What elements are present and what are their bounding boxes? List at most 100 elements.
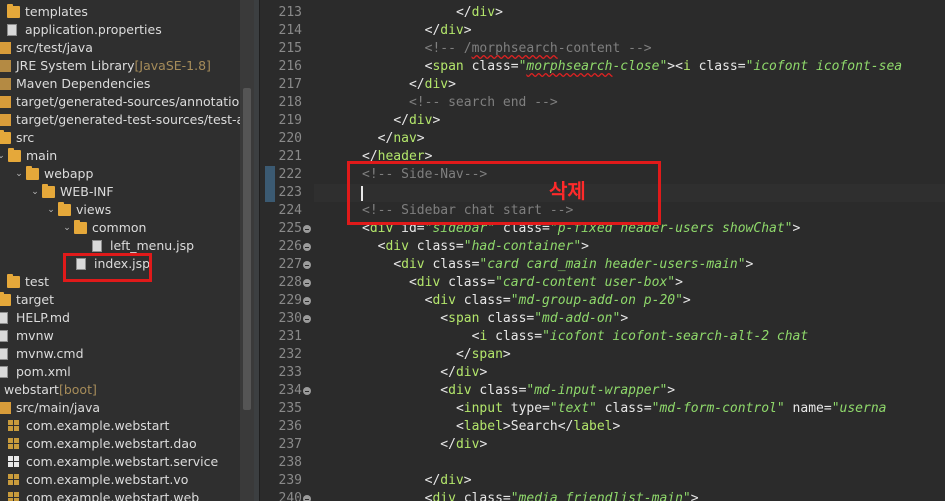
code-line[interactable]: <input type="text" class="md-form-contro… (456, 400, 887, 418)
tree-item[interactable]: mvnw.cmd (0, 345, 240, 363)
code-line[interactable]: <div class="card-content user-box"> (409, 274, 683, 292)
collapse-fold-icon[interactable] (303, 261, 311, 269)
tree-item[interactable]: ⌄ common (0, 219, 240, 237)
tree-item[interactable]: ⌄ WEB-INF (0, 183, 240, 201)
code-token: > (416, 131, 425, 146)
code-token: class= (471, 383, 527, 398)
tree-item[interactable]: target/generated-sources/annotations (0, 93, 240, 111)
tree-item[interactable]: mvnw (0, 327, 240, 345)
folder-icon (0, 292, 11, 306)
tree-item[interactable]: src/main/java (0, 399, 240, 417)
code-token: < (408, 275, 417, 290)
tree-item[interactable]: target (0, 291, 240, 309)
collapse-fold-icon[interactable] (303, 297, 311, 305)
collapse-fold-icon[interactable] (303, 315, 311, 323)
tree-item[interactable]: target/generated-test-sources/test-annot… (0, 111, 240, 129)
code-line[interactable]: <div class="media friendlist-main"> (425, 490, 699, 501)
tree-item[interactable]: application.properties (0, 21, 240, 39)
source-folder-icon (0, 114, 11, 126)
folder-icon (26, 166, 39, 180)
code-line[interactable]: </span> (456, 346, 511, 364)
code-token: morphsearch (526, 59, 613, 74)
collapse-fold-icon[interactable] (303, 387, 311, 395)
tree-item[interactable]: src/test/java (0, 39, 240, 57)
code-token: name= (784, 401, 832, 416)
collapse-fold-icon[interactable] (303, 495, 311, 501)
tree-item[interactable]: com.example.webstart.service (0, 453, 240, 471)
tree-item[interactable]: webstart[boot] (0, 381, 240, 399)
line-number: 235 (278, 401, 302, 416)
code-line[interactable]: </div> (425, 472, 472, 490)
tree-item[interactable]: Maven Dependencies (0, 75, 240, 93)
tree-item[interactable]: JRE System Library[JavaSE-1.8] (0, 57, 240, 75)
chevron-down-icon[interactable]: ⌄ (30, 183, 40, 201)
code-token: < (440, 383, 449, 398)
code-token: class= (408, 239, 464, 254)
tree-item-label: HELP.md (16, 310, 70, 325)
code-token: class= (455, 491, 511, 501)
code-token: div (416, 275, 441, 290)
tree-item[interactable]: ⌄ views (0, 201, 240, 219)
tree-item[interactable]: src (0, 129, 240, 147)
code-line[interactable]: <div class="had-container"> (378, 238, 589, 256)
tree-item[interactable]: com.example.webstart.vo (0, 471, 240, 489)
collapse-fold-icon[interactable] (303, 279, 311, 287)
chevron-down-icon[interactable]: ⌄ (62, 219, 72, 237)
tree-item[interactable]: ⌄ main (0, 147, 240, 165)
code-token: </ (408, 77, 425, 92)
xml-file-icon (0, 366, 8, 378)
code-line[interactable]: </div> (440, 436, 487, 454)
code-editor[interactable]: 213 214 215 216 217 218 219 220 221 222 223 224 225 2… (260, 0, 945, 501)
code-line[interactable]: </div> (456, 4, 503, 22)
tree-item[interactable]: com.example.webstart.web (0, 489, 240, 501)
code-token: </ (455, 5, 472, 20)
tree-item[interactable]: com.example.webstart (0, 417, 240, 435)
line-number-gutter: 213 214 215 216 217 218 219 220 221 222 223 224 225 2… (260, 0, 314, 501)
code-token: > (682, 293, 691, 308)
code-token: -close" (612, 59, 668, 74)
tree-item-label: webstart[boot] (4, 382, 97, 397)
code-token: > (479, 437, 488, 452)
code-token: class= (455, 293, 511, 308)
code-line[interactable]: </div> (440, 364, 487, 382)
code-line[interactable]: </nav> (378, 130, 425, 148)
code-line[interactable]: <label>Search</label> (456, 418, 620, 436)
code-line[interactable]: </div> (425, 22, 472, 40)
code-token: </ (377, 131, 394, 146)
line-number: 240 (278, 491, 302, 501)
file-icon (0, 312, 8, 324)
package-icon (8, 492, 19, 501)
folder-icon (42, 184, 55, 198)
code-token: label (463, 419, 503, 434)
code-token: i (682, 59, 691, 74)
code-line[interactable]: <span class="morphsearch-close"><i class… (425, 58, 902, 76)
code-line[interactable]: </div> (393, 112, 440, 130)
line-number: 225 (278, 221, 302, 236)
code-line[interactable]: <div class="md-input-wrapper"> (440, 382, 675, 400)
tree-item[interactable]: HELP.md (0, 309, 240, 327)
chevron-down-icon[interactable]: ⌄ (14, 165, 24, 183)
collapse-fold-icon[interactable] (303, 243, 311, 251)
line-number: 223 (278, 185, 302, 200)
code-line[interactable]: <span class="md-add-on"> (440, 310, 628, 328)
explorer-scrollbar-thumb[interactable] (243, 88, 251, 410)
code-line[interactable]: <i class="icofont icofont-search-alt-2 c… (472, 328, 809, 346)
code-token: div (455, 365, 480, 380)
code-token: "userna (831, 401, 887, 416)
delete-highlight-box (347, 161, 661, 225)
code-line[interactable]: <div class="card card_main header-users-… (393, 256, 753, 274)
explorer-scrollbar[interactable] (240, 0, 254, 501)
chevron-down-icon[interactable]: ⌄ (46, 201, 56, 219)
code-line[interactable]: <!-- /morphsearch-content --> (425, 40, 652, 58)
code-token: "card card_main header-users-main" (479, 257, 746, 272)
package-icon (8, 474, 19, 485)
tree-item[interactable]: com.example.webstart.dao (0, 435, 240, 453)
tree-item[interactable]: pom.xml (0, 363, 240, 381)
code-line[interactable]: <!-- search end --> (409, 94, 558, 112)
code-line[interactable]: </div> (409, 76, 456, 94)
collapse-fold-icon[interactable] (303, 225, 311, 233)
tree-item[interactable]: ⌄ webapp (0, 165, 240, 183)
code-line[interactable]: <div class="md-group-add-on p-20"> (425, 292, 691, 310)
tree-item[interactable]: templates (0, 3, 240, 21)
chevron-down-icon[interactable]: ⌄ (0, 147, 6, 165)
